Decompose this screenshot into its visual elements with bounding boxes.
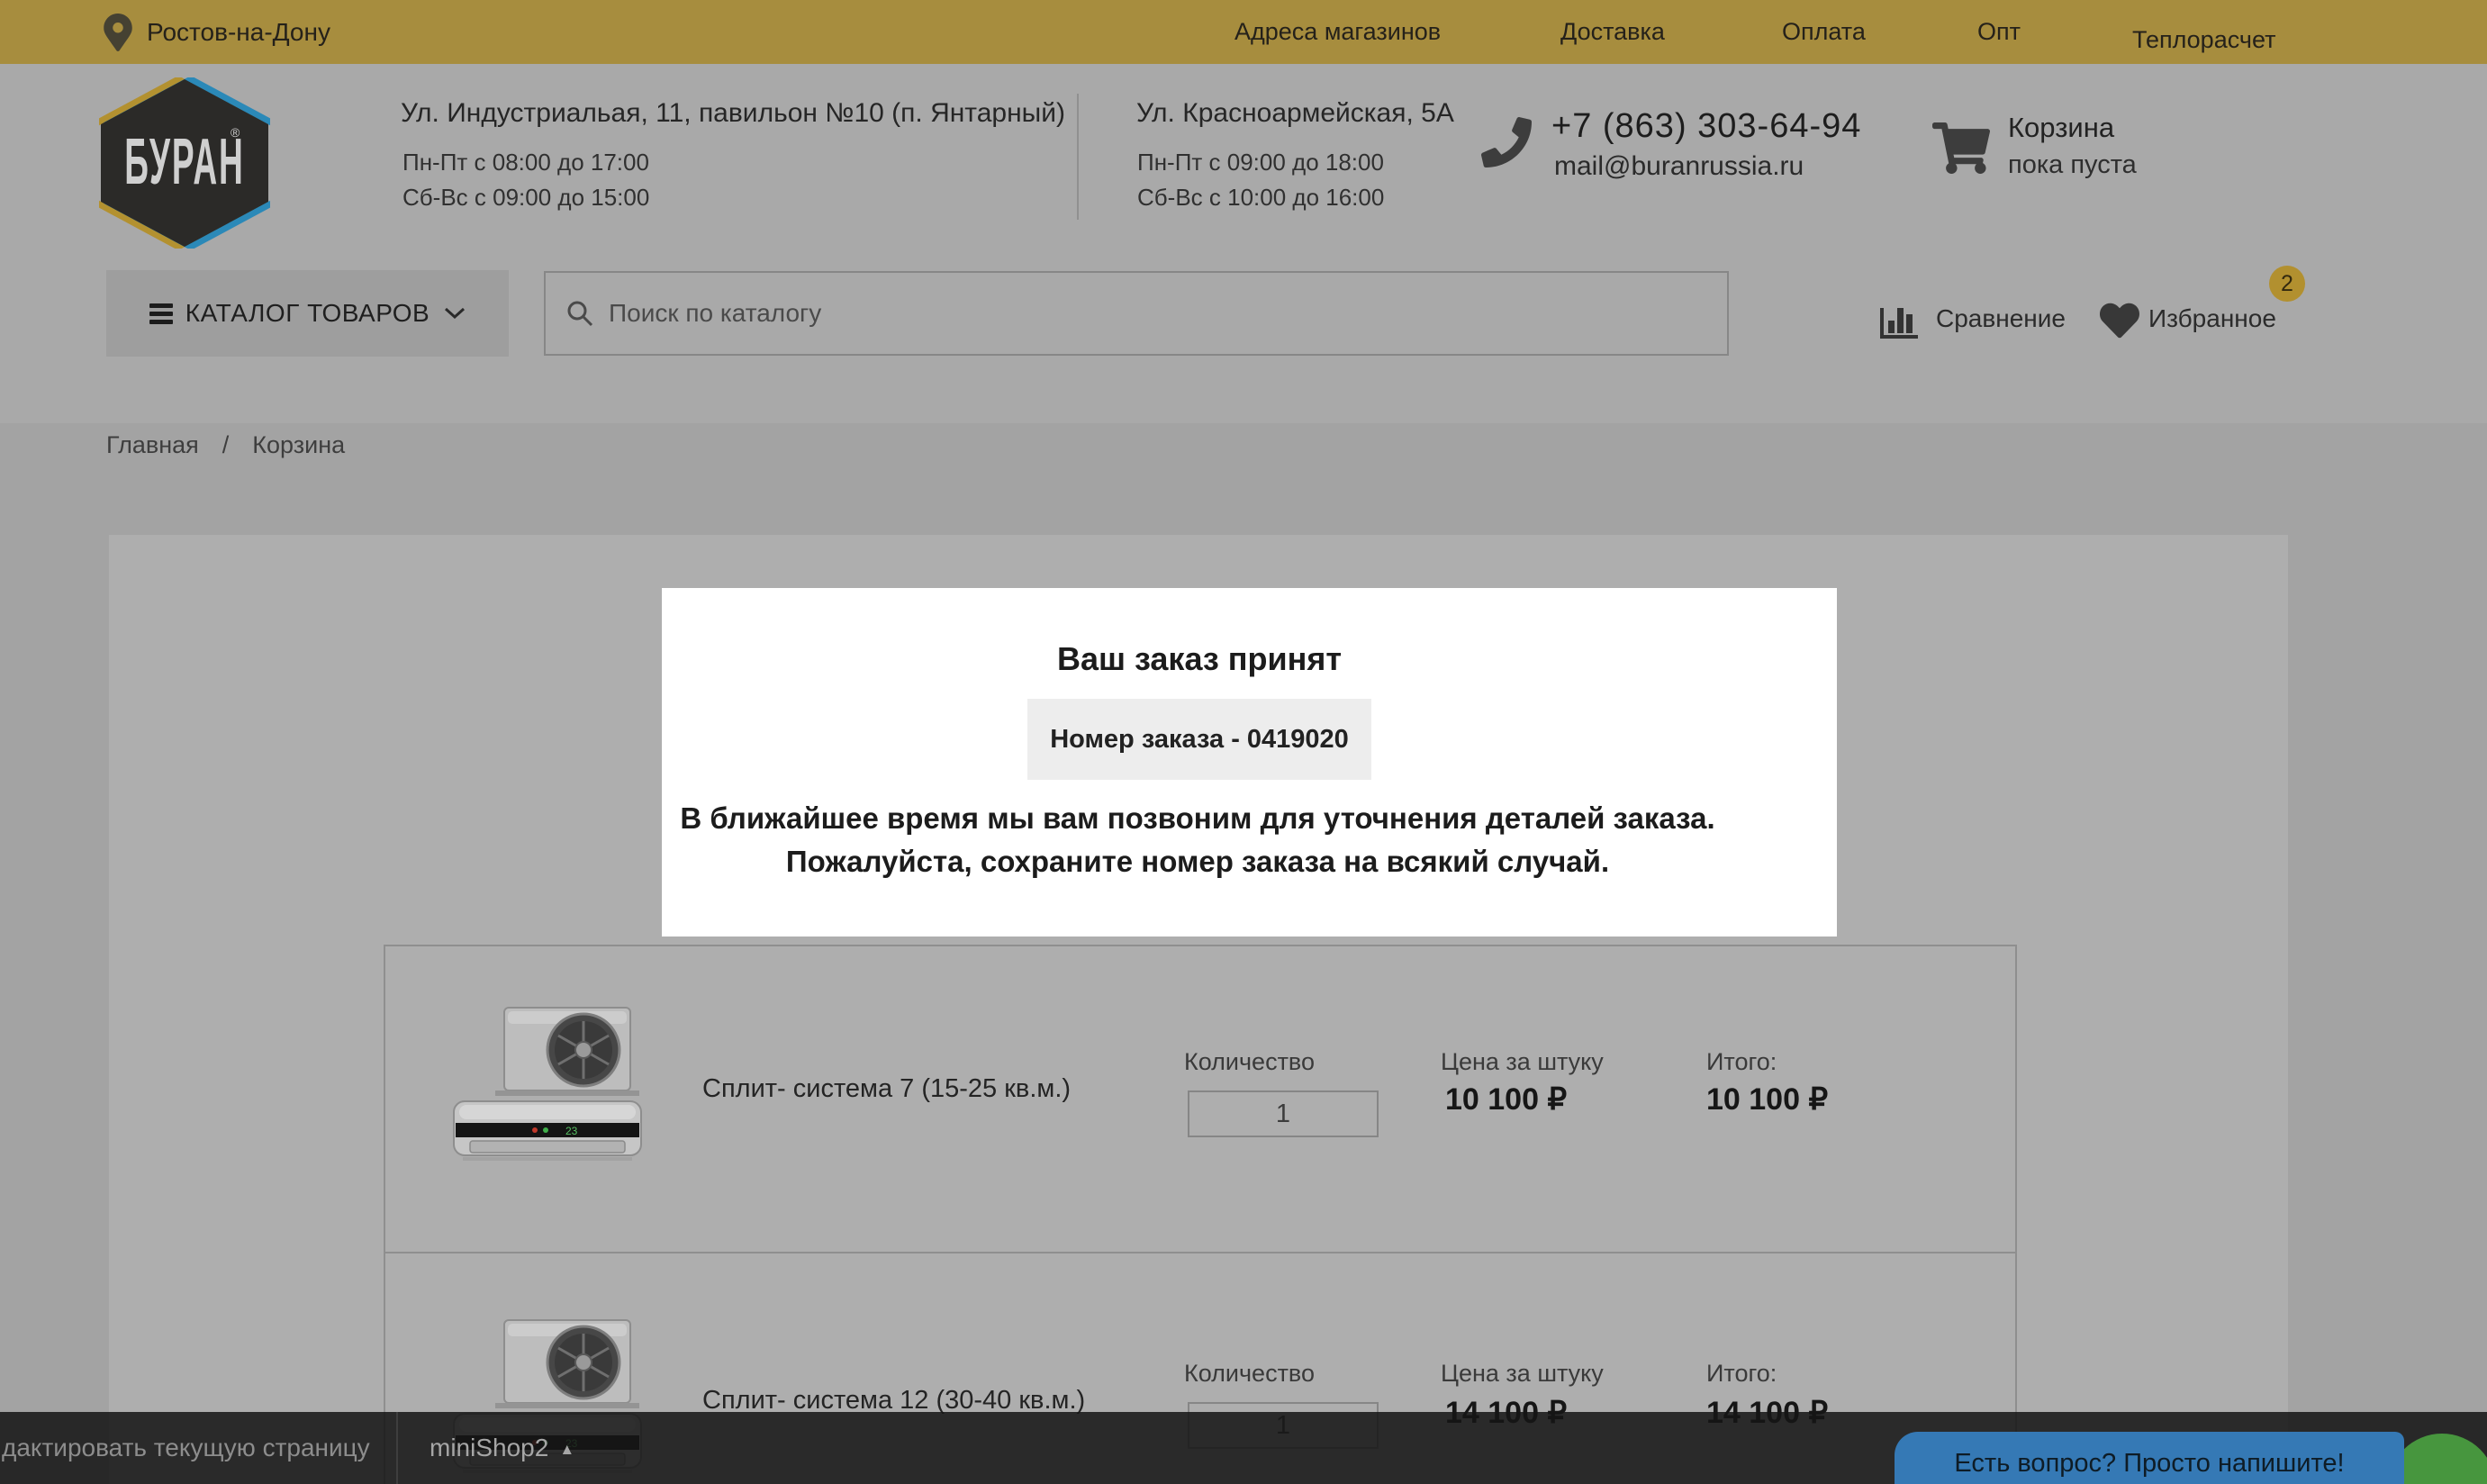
- chat-widget-bubble[interactable]: Есть вопрос? Просто напишите!: [1895, 1432, 2404, 1484]
- breadcrumb-current: Корзина: [252, 431, 345, 459]
- phone-icon: [1481, 117, 1532, 167]
- buran-logo[interactable]: БУРАН ®: [99, 77, 270, 249]
- svg-text:23: 23: [565, 1125, 578, 1137]
- catalog-button-label: КАТАЛОГ ТОВАРОВ: [185, 299, 430, 328]
- edit-page-link[interactable]: дактировать текущую страницу: [2, 1412, 370, 1484]
- store2-address: Ул. Красноармейская, 5А: [1136, 98, 1454, 129]
- store1-address: Ул. Индустриальая, 11, павильон №10 (п. …: [401, 98, 1065, 129]
- breadcrumb: Главная / Корзина: [106, 431, 345, 459]
- catalog-button[interactable]: КАТАЛОГ ТОВАРОВ: [106, 270, 509, 357]
- triangle-up-icon: ▲: [559, 1441, 574, 1458]
- product-image-split7[interactable]: 23: [452, 1006, 643, 1163]
- quantity-label: Количество: [1184, 1360, 1315, 1388]
- footer-divider: [396, 1412, 398, 1484]
- search-icon: [565, 299, 594, 328]
- compare-icon[interactable]: [1878, 297, 1920, 340]
- cart-item-row: 23 Сплит- система 7 (15-25 кв.м.) Количе…: [385, 946, 2015, 1253]
- minishop-menu[interactable]: miniShop2▲: [430, 1412, 574, 1484]
- topbar-link-delivery[interactable]: Доставка: [1560, 0, 1665, 64]
- search-box: [544, 271, 1729, 356]
- page: Ростов-на-Дону Адреса магазинов Доставка…: [0, 0, 2487, 1484]
- favorites-count-badge: 2: [2269, 266, 2305, 302]
- topbar-link-heatcalc[interactable]: Теплорасчет: [2132, 8, 2275, 72]
- cart-items-list: 23 Сплит- система 7 (15-25 кв.м.) Количе…: [384, 945, 2017, 1484]
- breadcrumb-separator: /: [222, 431, 230, 459]
- svg-text:®: ®: [231, 125, 240, 140]
- price-label: Цена за штуку: [1441, 1048, 1604, 1076]
- breadcrumb-home[interactable]: Главная: [106, 431, 199, 459]
- price-label: Цена за штуку: [1441, 1360, 1604, 1388]
- header-divider: [1077, 94, 1079, 220]
- chevron-down-icon: [444, 307, 466, 320]
- order-message-line2: Пожалуйста, сохраните номер заказа на вс…: [680, 840, 1714, 883]
- total-label: Итого:: [1706, 1048, 1777, 1076]
- store1-hours-weekend: Сб-Вс с 09:00 до 15:00: [402, 184, 649, 212]
- total-label: Итого:: [1706, 1360, 1777, 1388]
- product-name[interactable]: Сплит- система 7 (15-25 кв.м.): [702, 1074, 1071, 1104]
- search-input[interactable]: [607, 298, 1646, 329]
- store2-hours-weekdays: Пн-Пт с 09:00 до 18:00: [1137, 149, 1384, 176]
- topbar: Ростов-на-Дону Адреса магазинов Доставка…: [0, 0, 2487, 64]
- order-message: В ближайшее время мы вам позвоним для ут…: [680, 797, 1714, 883]
- hamburger-icon: [149, 300, 173, 328]
- chat-message: Есть вопрос? Просто напишите!: [1954, 1449, 2344, 1484]
- heart-icon[interactable]: [2098, 301, 2141, 340]
- quantity-label: Количество: [1184, 1048, 1315, 1076]
- item-total: 10 100 ₽: [1706, 1081, 1828, 1118]
- email-link[interactable]: mail@buranrussia.ru: [1554, 151, 1804, 182]
- location-pin-icon: [104, 14, 132, 51]
- store1-hours-weekdays: Пн-Пт с 08:00 до 17:00: [402, 149, 649, 176]
- item-price: 10 100 ₽: [1445, 1081, 1567, 1118]
- svg-text:БУРАН: БУРАН: [124, 126, 245, 199]
- cart-link[interactable]: Корзина: [2008, 112, 2114, 144]
- quantity-input[interactable]: [1188, 1090, 1379, 1137]
- topbar-link-addresses[interactable]: Адреса магазинов: [1234, 0, 1441, 64]
- order-confirmation-card: Ваш заказ принят Номер заказа - 0419020 …: [662, 588, 1837, 937]
- city-selector[interactable]: Ростов-на-Дону: [147, 0, 330, 64]
- cart-status: пока пуста: [2008, 150, 2137, 180]
- cart-icon[interactable]: [1932, 122, 1990, 174]
- favorites-link[interactable]: Избранное: [2148, 304, 2276, 333]
- store2-hours-weekend: Сб-Вс с 10:00 до 16:00: [1137, 184, 1384, 212]
- order-message-line1: В ближайшее время мы вам позвоним для ут…: [680, 797, 1714, 840]
- phone-number[interactable]: +7 (863) 303-64-94: [1551, 107, 1861, 146]
- order-title: Ваш заказ принят: [1057, 640, 1342, 678]
- compare-link[interactable]: Сравнение: [1936, 304, 2066, 333]
- topbar-link-wholesale[interactable]: Опт: [1977, 0, 2021, 64]
- order-number-box: Номер заказа - 0419020: [1027, 699, 1371, 780]
- topbar-link-payment[interactable]: Оплата: [1782, 0, 1866, 64]
